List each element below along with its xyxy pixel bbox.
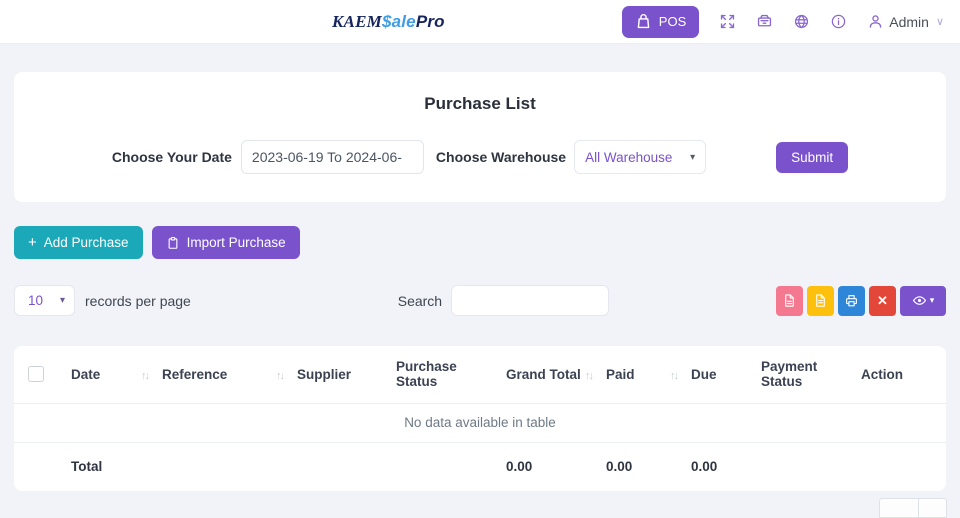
column-header-reference[interactable]: Reference ↑↓ <box>162 346 297 403</box>
column-label: Supplier <box>297 367 351 382</box>
table-header-row: Date ↑↓ Reference ↑↓ Supplier Purchase Sta… <box>14 346 946 403</box>
column-header-date[interactable]: Date ↑↓ <box>71 346 162 403</box>
column-header-paid[interactable]: Paid ↑↓ <box>606 346 691 403</box>
pagination-prev-button[interactable] <box>879 498 919 518</box>
admin-label: Admin <box>889 14 929 30</box>
column-label: Action <box>861 367 903 382</box>
footer-paid-value: 0.00 <box>606 442 691 491</box>
top-navbar: KAEM$alePro POS Admin ∨ <box>0 0 960 44</box>
column-header-payment-status[interactable]: Payment Status <box>761 346 861 403</box>
close-icon: ✕ <box>877 293 888 309</box>
eye-icon <box>912 293 927 308</box>
print-button[interactable] <box>838 286 865 316</box>
export-excel-button[interactable] <box>807 286 834 316</box>
export-pdf-button[interactable] <box>776 286 803 316</box>
footer-due-value: 0.00 <box>691 442 761 491</box>
search-label: Search <box>398 293 442 309</box>
pagination-page-button[interactable] <box>919 498 947 518</box>
column-label: Paid <box>606 367 635 382</box>
app-logo: KAEM$alePro <box>332 0 445 44</box>
warehouse-selected-value: All Warehouse <box>585 150 672 165</box>
page-title: Purchase List <box>38 94 922 114</box>
column-label: Due <box>691 367 717 382</box>
clipboard-icon <box>166 236 180 250</box>
info-icon[interactable] <box>829 13 847 31</box>
submit-button[interactable]: Submit <box>776 142 848 173</box>
chevron-down-icon: ∨ <box>936 15 944 28</box>
pos-button-label: POS <box>659 14 686 29</box>
purchase-filter-card: Purchase List Choose Your Date Choose Wa… <box>14 72 946 202</box>
search-input[interactable] <box>451 285 609 316</box>
column-header-action[interactable]: Action <box>861 346 946 403</box>
printer-icon <box>844 293 859 308</box>
column-header-grand-total[interactable]: Grand Total↑↓ <box>506 346 606 403</box>
pdf-file-icon <box>782 293 797 308</box>
date-range-label: Choose Your Date <box>112 149 232 165</box>
add-purchase-label: Add Purchase <box>44 235 129 250</box>
purchase-table-card: Date ↑↓ Reference ↑↓ Supplier Purchase Sta… <box>14 346 946 491</box>
empty-state-row: No data available in table <box>14 403 946 442</box>
page-size-value: 10 <box>28 293 43 308</box>
logo-part-kaem: KAEM <box>332 12 382 32</box>
column-visibility-button[interactable]: ▾ <box>900 286 946 316</box>
table-footer-row: Total 0.00 0.00 0.00 <box>14 442 946 491</box>
column-label: Grand Total <box>506 367 581 382</box>
add-purchase-button[interactable]: + Add Purchase <box>14 226 143 259</box>
column-header-due[interactable]: Due <box>691 346 761 403</box>
column-label: Reference <box>162 367 227 382</box>
footer-grand-total-value: 0.00 <box>506 442 606 491</box>
caret-down-icon: ▾ <box>690 152 695 163</box>
page-size-select[interactable]: 10 ▾ <box>14 285 75 316</box>
caret-down-icon: ▾ <box>930 295 935 306</box>
pagination-partial[interactable] <box>879 498 947 518</box>
user-icon <box>866 13 884 31</box>
column-label: Purchase Status <box>396 359 492 389</box>
footer-total-label: Total <box>71 442 162 491</box>
sort-icon[interactable]: ↑↓ <box>581 370 592 382</box>
column-label: Date <box>71 367 100 382</box>
fullscreen-icon[interactable] <box>718 13 736 31</box>
shopping-bag-icon <box>635 13 653 31</box>
column-label: Payment Status <box>761 359 847 389</box>
import-purchase-label: Import Purchase <box>187 235 286 250</box>
caret-down-icon: ▾ <box>60 295 65 306</box>
records-per-page-label: records per page <box>85 293 191 309</box>
column-header-purchase-status[interactable]: Purchase Status <box>396 346 506 403</box>
cash-drawer-icon[interactable] <box>755 13 773 31</box>
admin-menu[interactable]: Admin ∨ <box>866 13 944 31</box>
logo-part-pro: Pro <box>416 12 445 32</box>
plus-icon: + <box>28 235 37 250</box>
close-button[interactable]: ✕ <box>869 286 896 316</box>
sort-icon[interactable]: ↑↓ <box>272 370 283 382</box>
logo-part-sale: $ale <box>382 12 416 32</box>
column-header-supplier[interactable]: Supplier <box>297 346 396 403</box>
empty-state-text: No data available in table <box>14 403 946 442</box>
sort-icon[interactable]: ↑↓ <box>666 370 677 382</box>
spreadsheet-file-icon <box>813 293 828 308</box>
warehouse-select[interactable]: All Warehouse ▾ <box>574 140 706 174</box>
sort-icon[interactable]: ↑↓ <box>137 370 148 382</box>
pos-button[interactable]: POS <box>622 6 699 38</box>
warehouse-label: Choose Warehouse <box>436 149 566 165</box>
globe-icon[interactable] <box>792 13 810 31</box>
import-purchase-button[interactable]: Import Purchase <box>152 226 300 259</box>
date-range-input[interactable] <box>241 140 424 174</box>
select-all-checkbox[interactable] <box>28 366 44 382</box>
purchase-table: Date ↑↓ Reference ↑↓ Supplier Purchase Sta… <box>14 346 946 491</box>
